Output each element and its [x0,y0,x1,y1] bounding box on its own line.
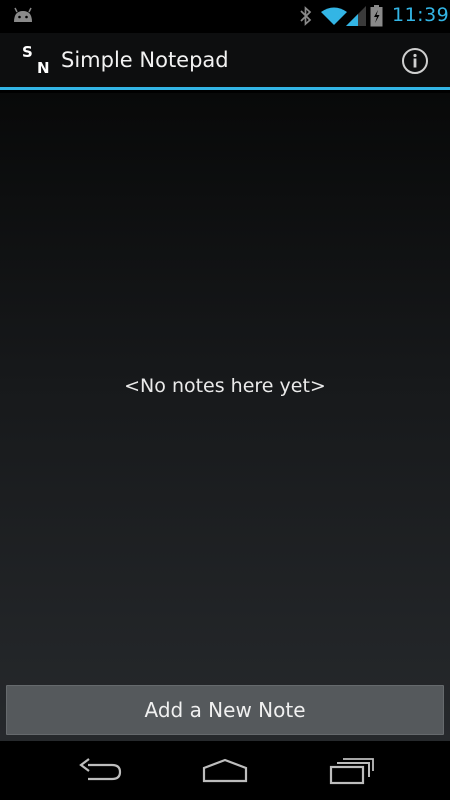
status-bar: 11:39 [0,0,450,33]
empty-list-message: <No notes here yet> [124,375,326,397]
recent-apps-icon[interactable] [328,755,374,787]
logo-letter-s: S [22,43,33,61]
action-bar: S N Simple Notepad [0,33,450,90]
signal-icon [346,6,366,26]
wifi-icon [321,7,347,25]
battery-charging-icon [370,5,383,27]
home-icon[interactable] [200,755,250,787]
app-screen: 11:39 S N Simple Notepad <No notes here … [0,0,450,800]
app-title: Simple Notepad [61,48,229,72]
android-notification-icon [14,7,32,22]
app-logo-icon[interactable]: S N [20,43,52,81]
navigation-bar [0,741,450,800]
logo-letter-n: N [37,59,50,77]
add-new-note-button[interactable]: Add a New Note [6,685,444,735]
back-icon[interactable] [78,755,124,787]
info-icon[interactable] [401,47,429,75]
bluetooth-icon [300,6,312,26]
status-clock: 11:39 [392,4,450,26]
notes-list-area[interactable]: <No notes here yet> Add a New Note [0,93,450,741]
